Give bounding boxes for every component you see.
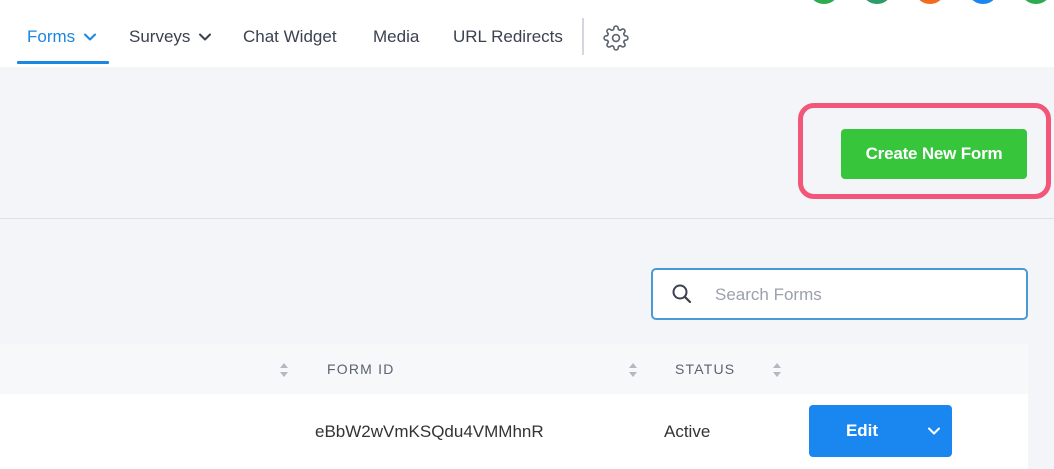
search-box[interactable] <box>651 268 1028 320</box>
form-id-cell: eBbW2wVmKSQdu4VMMhnR <box>315 422 544 441</box>
avatar[interactable] <box>1022 0 1050 4</box>
search-input[interactable] <box>715 278 1015 312</box>
chevron-down-icon <box>84 33 97 41</box>
column-header-form-id[interactable]: FORM ID <box>327 361 395 377</box>
nav-surveys-label: Surveys <box>129 27 191 46</box>
nav-surveys[interactable]: Surveys <box>129 24 212 50</box>
nav-chat-widget[interactable]: Chat Widget <box>243 24 337 50</box>
sort-icon[interactable] <box>279 362 289 378</box>
gear-icon[interactable] <box>603 25 629 51</box>
search-icon <box>672 284 692 304</box>
status-cell: Active <box>664 422 711 441</box>
avatar[interactable] <box>863 0 891 4</box>
chevron-down-icon <box>927 427 940 435</box>
active-tab-indicator <box>17 61 109 64</box>
edit-button[interactable]: Edit <box>809 405 915 457</box>
sort-icon[interactable] <box>772 362 782 378</box>
chevron-down-icon <box>199 33 212 41</box>
column-header-status[interactable]: STATUS <box>675 361 735 377</box>
avatar[interactable] <box>810 0 838 4</box>
edit-button-group: Edit <box>809 405 952 457</box>
sort-icon[interactable] <box>628 362 638 378</box>
nav-chat-widget-label: Chat Widget <box>243 27 337 46</box>
table-header: FORM ID STATUS <box>0 344 1028 394</box>
nav-url-redirects-label: URL Redirects <box>453 27 563 46</box>
avatar[interactable] <box>916 0 944 4</box>
edit-dropdown-toggle[interactable] <box>915 405 952 457</box>
nav-forms-label: Forms <box>27 27 76 46</box>
table-row: eBbW2wVmKSQdu4VMMhnR Active Edit <box>0 394 1028 469</box>
top-navigation: Forms Surveys Chat Widget Media URL Redi… <box>0 0 1054 67</box>
nav-divider <box>582 18 584 55</box>
nav-url-redirects[interactable]: URL Redirects <box>453 24 563 50</box>
avatar[interactable] <box>969 0 997 4</box>
nav-media-label: Media <box>373 27 420 46</box>
nav-forms[interactable]: Forms <box>27 24 97 50</box>
highlight-annotation <box>798 103 1051 199</box>
nav-media[interactable]: Media <box>373 24 419 50</box>
